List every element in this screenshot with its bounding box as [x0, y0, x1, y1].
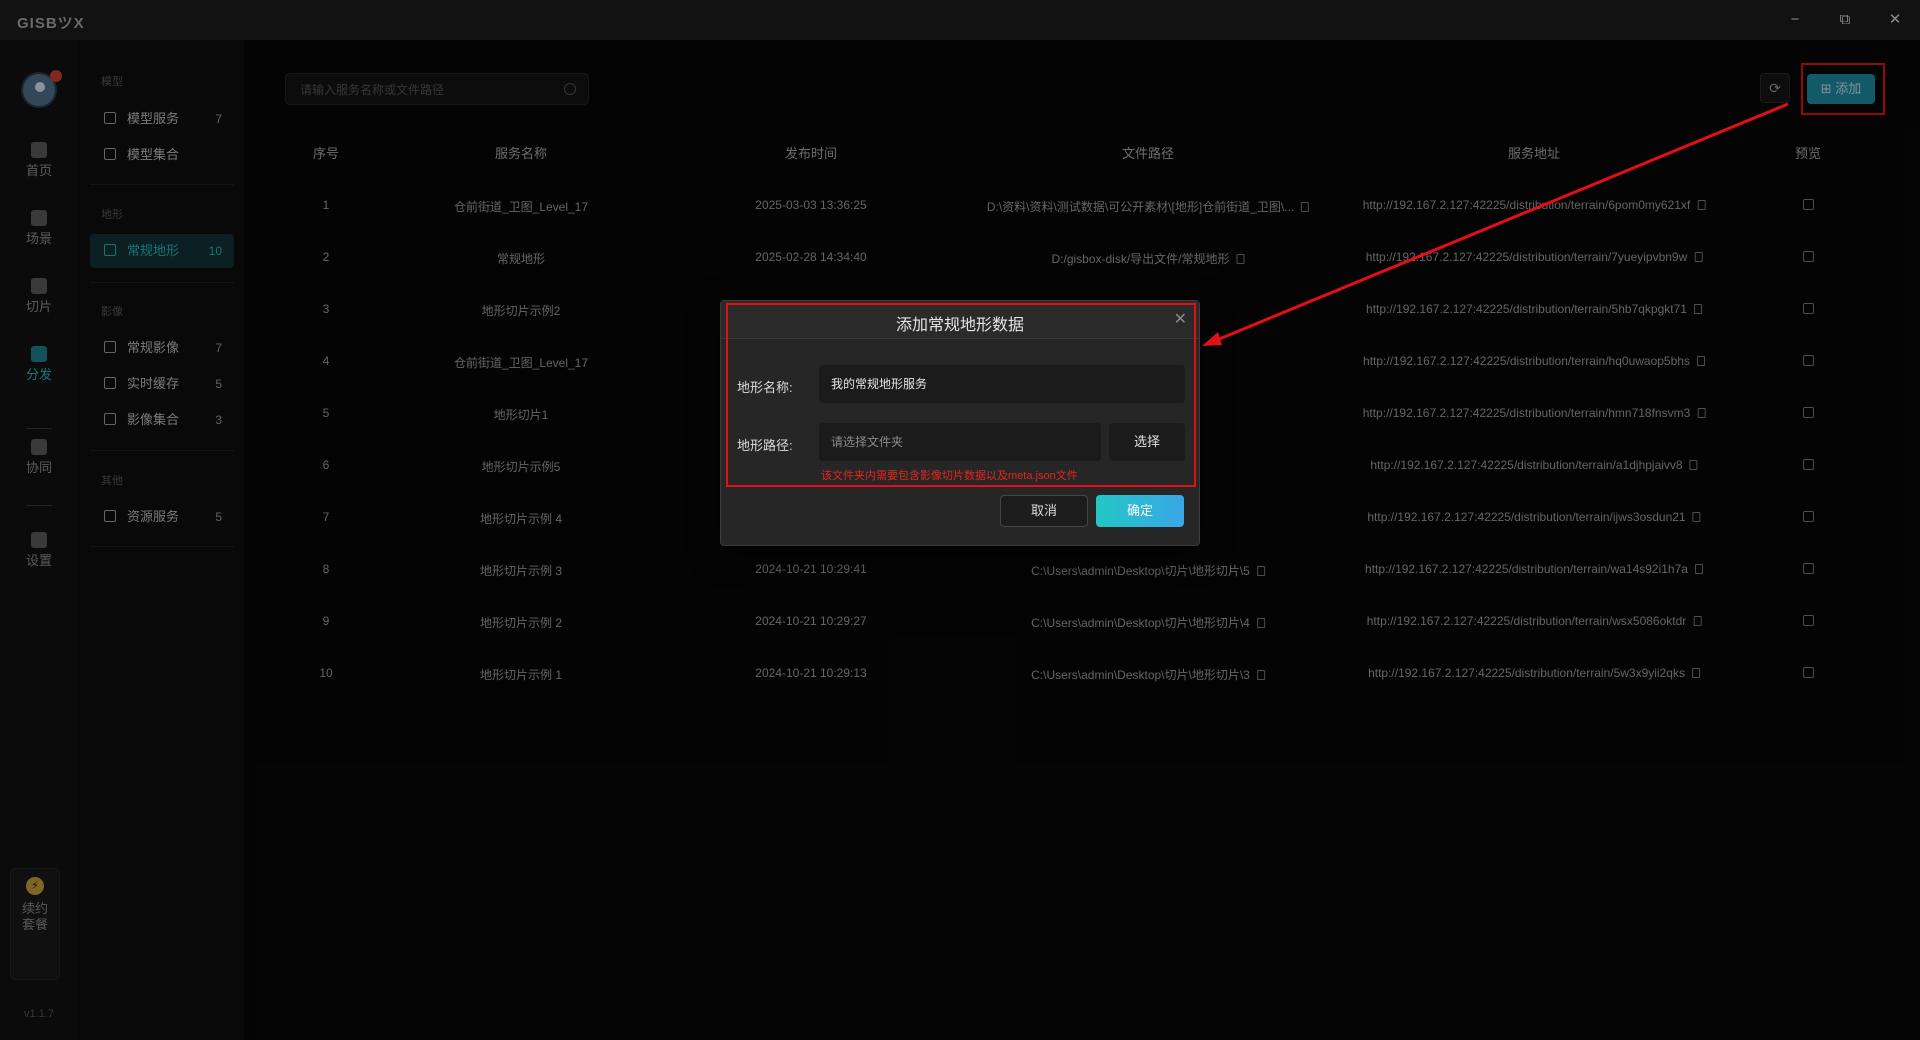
close-icon[interactable]: ✕: [1880, 8, 1910, 32]
title-bar: GISBツX − ⧉ ✕: [0, 0, 1920, 40]
restore-icon[interactable]: ⧉: [1830, 8, 1860, 32]
confirm-button[interactable]: 确定: [1096, 495, 1184, 527]
add-terrain-dialog: 添加常规地形数据 ✕ 地形名称: 我的常规地形服务 地形路径: 请选择文件夹 选…: [720, 300, 1200, 546]
cancel-button[interactable]: 取消: [1000, 495, 1088, 527]
highlight-box-form: [726, 303, 1196, 487]
minimize-icon[interactable]: −: [1780, 8, 1810, 32]
app-logo: GISBツX: [17, 15, 85, 32]
